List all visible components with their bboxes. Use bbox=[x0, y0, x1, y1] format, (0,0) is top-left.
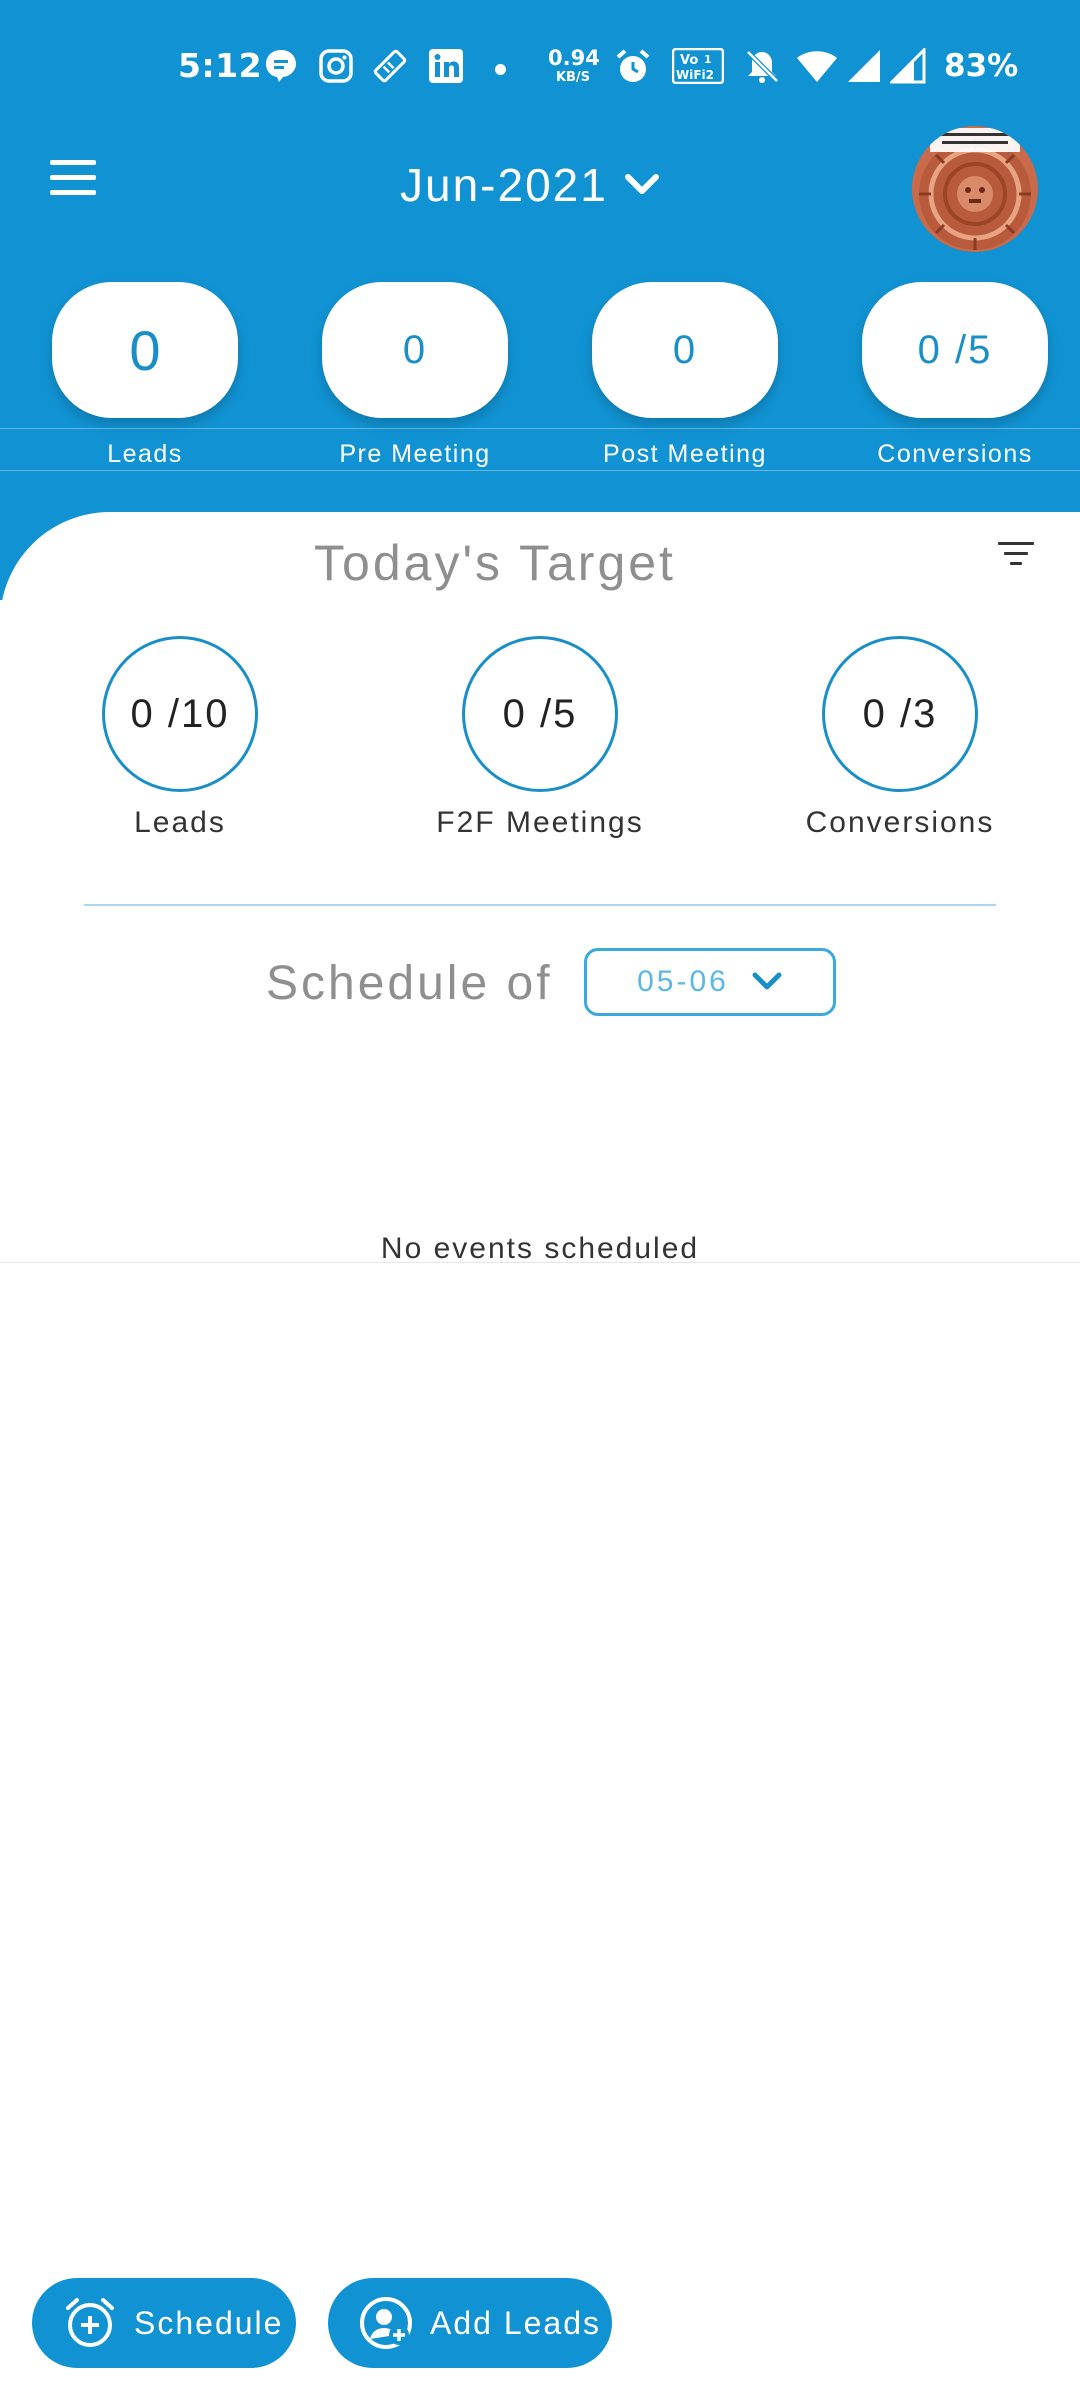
alarm-icon bbox=[616, 49, 650, 82]
schedule-date-dropdown[interactable]: 05-06 bbox=[584, 948, 836, 1016]
content-card: Today's Target 0 /10 Leads 0 /5 F2F Meet… bbox=[0, 512, 1080, 2400]
target-ring: 0 /5 bbox=[462, 636, 618, 792]
filter-icon-line bbox=[998, 542, 1034, 545]
svg-text:Vo: Vo bbox=[680, 53, 698, 68]
network-speed: 0.94 KB/S bbox=[548, 46, 600, 85]
linkedin-icon bbox=[429, 49, 463, 83]
target-leads: 0 /10 Leads bbox=[30, 636, 330, 840]
schedule-button-label: Schedule bbox=[134, 2304, 284, 2341]
filter-icon-line bbox=[1004, 552, 1028, 555]
stat-label: Pre Meeting bbox=[339, 440, 491, 468]
stat-label: Conversions bbox=[877, 440, 1033, 468]
target-conversions: 0 /3 Conversions bbox=[750, 636, 1050, 840]
stat-value: 0 bbox=[592, 282, 778, 418]
mute-bell-icon bbox=[746, 50, 779, 83]
schedule-button[interactable]: Schedule bbox=[32, 2278, 296, 2368]
chat-icon bbox=[266, 50, 296, 82]
schedule-header: Schedule of 05-06 bbox=[0, 948, 1080, 1028]
status-time: 5:12 bbox=[178, 46, 263, 85]
battery-level: 83% bbox=[944, 48, 1019, 84]
stat-value: 0 bbox=[52, 282, 238, 418]
app-screen: 5:12 0.94 KB/S Vo 1 WiFi2 83% Jun-2021 0… bbox=[0, 0, 1080, 2400]
stat-post-meeting[interactable]: 0 Post Meeting bbox=[592, 282, 778, 468]
target-label: Conversions bbox=[805, 806, 995, 839]
schedule-label: Schedule of bbox=[266, 957, 553, 1010]
list-divider bbox=[0, 1262, 1080, 1263]
add-person-icon bbox=[360, 2297, 412, 2349]
menu-icon-bar bbox=[50, 175, 96, 180]
todays-target-title: Today's Target bbox=[314, 535, 676, 591]
network-speed-unit: KB/S bbox=[555, 70, 591, 85]
month-selector[interactable]: Jun-2021 bbox=[400, 150, 660, 220]
ticket-icon bbox=[373, 49, 407, 83]
network-speed-value: 0.94 bbox=[548, 46, 600, 70]
target-label: Leads bbox=[134, 806, 226, 839]
wifi-icon bbox=[797, 51, 837, 82]
target-f2f-meetings: 0 /5 F2F Meetings bbox=[390, 636, 690, 840]
stat-label: Leads bbox=[107, 440, 183, 468]
vowifi-icon: Vo 1 WiFi2 bbox=[672, 48, 724, 84]
schedule-date-value: 05-06 bbox=[637, 965, 729, 998]
add-leads-button[interactable]: Add Leads bbox=[328, 2278, 612, 2368]
target-ring: 0 /3 bbox=[822, 636, 978, 792]
profile-avatar[interactable] bbox=[912, 126, 1038, 252]
svg-text:WiFi2: WiFi2 bbox=[676, 68, 714, 82]
stat-pre-meeting[interactable]: 0 Pre Meeting bbox=[322, 282, 508, 468]
filter-icon-line bbox=[1010, 562, 1022, 565]
section-divider bbox=[84, 904, 996, 906]
status-bar: 5:12 0.94 KB/S Vo 1 WiFi2 83% bbox=[0, 0, 1080, 130]
chevron-down-icon bbox=[752, 972, 782, 990]
stat-value: 0 bbox=[322, 282, 508, 418]
menu-icon-bar bbox=[50, 160, 96, 165]
target-label: F2F Meetings bbox=[436, 806, 644, 839]
signal-2-icon bbox=[890, 48, 926, 84]
stat-conversions[interactable]: 0 /5 Conversions bbox=[862, 282, 1048, 468]
stats-row: 0 Leads 0 Pre Meeting 0 Post Meeting 0 /… bbox=[0, 282, 1080, 472]
target-ring: 0 /10 bbox=[102, 636, 258, 792]
stat-leads[interactable]: 0 Leads bbox=[52, 282, 238, 468]
stat-value: 0 /5 bbox=[862, 282, 1048, 418]
signal-1-icon bbox=[848, 50, 880, 82]
menu-icon-bar bbox=[50, 190, 96, 195]
stat-label: Post Meeting bbox=[603, 440, 767, 468]
no-events-message: No events scheduled bbox=[380, 1232, 700, 1265]
filter-button[interactable] bbox=[998, 540, 1036, 570]
svg-text:1: 1 bbox=[704, 53, 712, 66]
aztec-calendar-image bbox=[912, 126, 1038, 252]
alarm-add-icon bbox=[66, 2298, 114, 2347]
chevron-down-icon bbox=[624, 174, 659, 194]
add-leads-button-label: Add Leads bbox=[430, 2304, 602, 2341]
month-label: Jun-2021 bbox=[400, 159, 608, 211]
notification-dot bbox=[495, 64, 506, 75]
instagram-icon bbox=[319, 49, 353, 83]
menu-button[interactable] bbox=[46, 158, 102, 198]
